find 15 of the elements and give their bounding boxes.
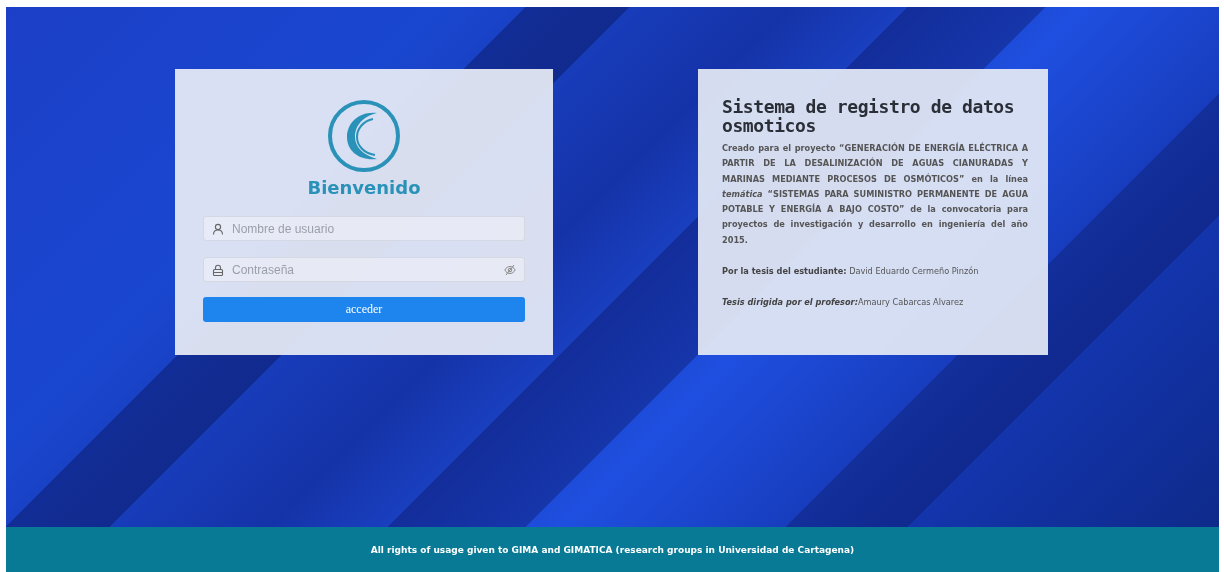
credit-text: Tesis dirigida por el profesor:Amaury Cabarcas Alvarez — [722, 296, 965, 310]
password-input[interactable]: Contraseña — [232, 262, 496, 277]
lock-icon — [212, 263, 224, 276]
welcome-title: Bienvenido — [306, 177, 422, 198]
logo-icon — [327, 99, 401, 173]
username-input[interactable]: Nombre de usuario — [232, 221, 516, 236]
user-icon — [212, 222, 224, 235]
eye-slash-icon[interactable] — [504, 263, 516, 276]
username-field[interactable]: Nombre de usuario — [203, 216, 525, 241]
login-button[interactable]: acceder — [203, 297, 525, 322]
info-title: Sistema de registro de datos osmoticos — [722, 97, 1016, 135]
password-field[interactable]: Contraseña — [203, 257, 525, 282]
description-text: Creado para el proyecto “GENERACIÓN DE ENERGÍA ELÉCTRICA A PARTIR DE LA DESALINIZACIÓN DE AGUAS CIANURADAS Y MARINAS MEDIANTE PROCESOS DE OSMÓTICOS” en la línea temática “SISTEMAS PARA SUMINISTRO PERMANENTE DE AGUA POTABLE Y ENERGÍA A BAJO COSTO” de la convocatoria para proyectos de investigación y desarrollo en ingeniería del año 2015. — [722, 141, 1028, 247]
credit-text: Por la tesis del estudiante: David Eduardo Cermeño Pinzón — [722, 265, 980, 279]
footer-text: All rights of usage given to GIMA and GIMATICA (research groups in Universidad de Cartagena) — [370, 544, 855, 555]
